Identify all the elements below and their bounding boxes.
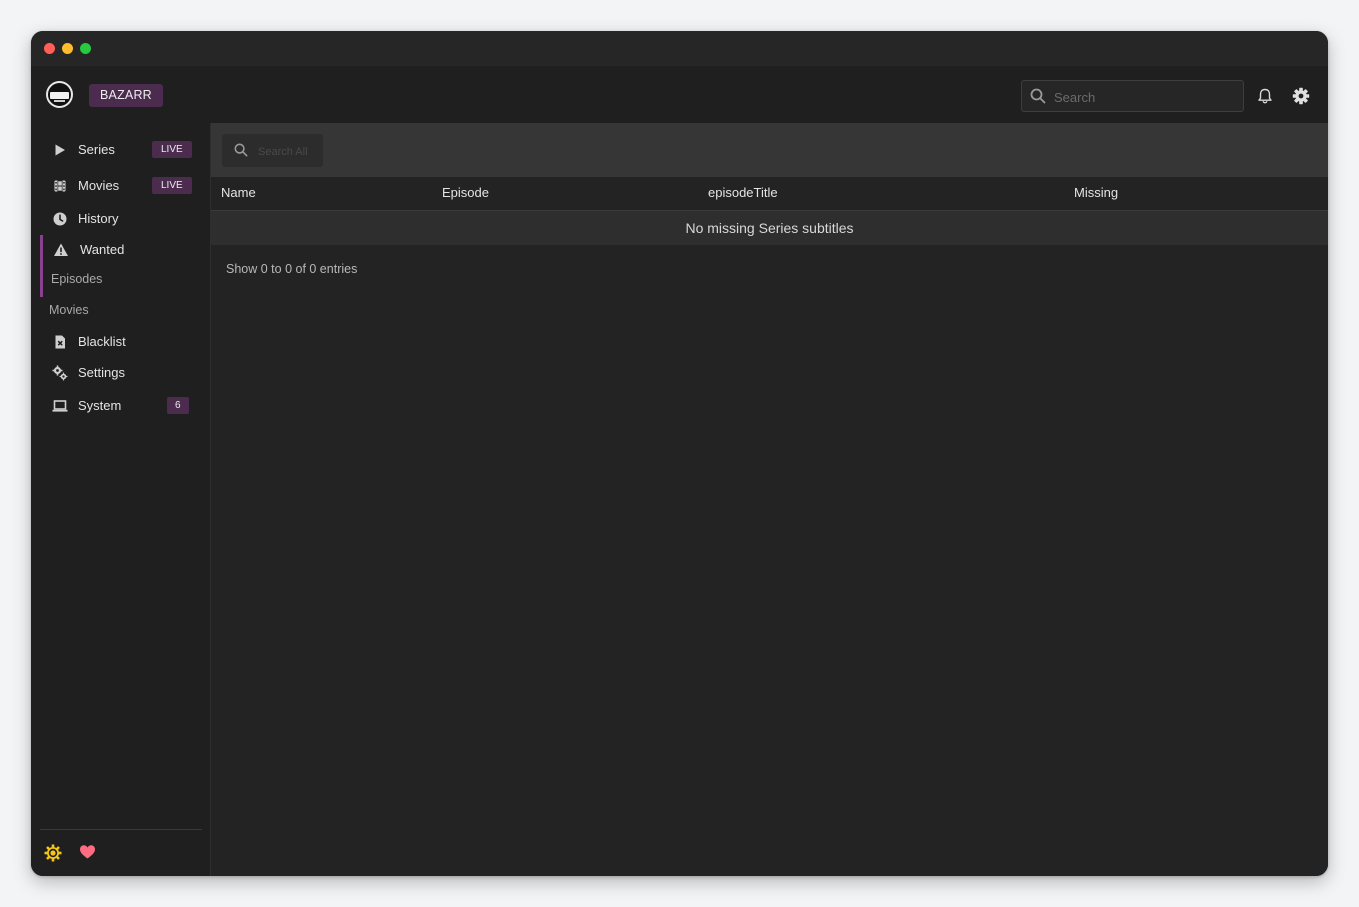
search-all-input[interactable] — [256, 134, 324, 169]
live-badge: LIVE — [152, 141, 192, 158]
gear-icon[interactable] — [1292, 87, 1310, 105]
search-icon — [234, 143, 248, 157]
zoom-window-button[interactable] — [80, 43, 91, 54]
close-window-button[interactable] — [44, 43, 55, 54]
live-badge: LIVE — [152, 177, 192, 194]
title-bar — [31, 31, 1328, 66]
minimize-window-button[interactable] — [62, 43, 73, 54]
empty-message: No missing Series subtitles — [685, 220, 854, 236]
toolbar — [211, 123, 1328, 177]
table-empty-row: No missing Series subtitles — [211, 211, 1328, 245]
sun-gear-icon[interactable] — [44, 844, 62, 862]
column-header-missing[interactable]: Missing — [1074, 185, 1118, 200]
column-header-episode-title[interactable]: episodeTitle — [708, 185, 778, 200]
header-search[interactable] — [1021, 80, 1244, 113]
film-icon — [54, 180, 66, 192]
main-content: Name Episode episodeTitle Missing No mis… — [211, 123, 1328, 876]
sidebar-item-blacklist[interactable]: Blacklist — [31, 327, 210, 357]
sidebar-divider — [40, 829, 202, 830]
column-header-episode[interactable]: Episode — [442, 185, 489, 200]
brand-badge: BAZARR — [89, 84, 163, 107]
cogs-icon — [52, 365, 68, 381]
sidebar-item-settings[interactable]: Settings — [31, 358, 210, 388]
sidebar-subitem-movies[interactable]: Movies — [31, 298, 210, 324]
app-header: BAZARR — [31, 66, 1328, 123]
clock-icon — [53, 212, 67, 226]
search-icon — [1030, 88, 1046, 104]
table-header: Name Episode episodeTitle Missing — [211, 177, 1328, 211]
sidebar: Series LIVE Movies LIVE History Wanted E… — [31, 123, 211, 876]
warning-icon — [54, 243, 68, 256]
sidebar-item-wanted[interactable]: Wanted — [31, 235, 210, 265]
column-header-name[interactable]: Name — [221, 185, 256, 200]
sidebar-item-history[interactable]: History — [31, 204, 210, 234]
laptop-icon — [52, 400, 68, 412]
sidebar-subitem-episodes[interactable]: Episodes — [31, 267, 210, 293]
system-count-badge: 6 — [167, 397, 189, 414]
entries-count: Show 0 to 0 of 0 entries — [226, 262, 358, 276]
sidebar-item-movies[interactable]: Movies LIVE — [31, 171, 210, 201]
bazarr-logo-icon[interactable] — [46, 81, 73, 108]
app-window: BAZARR Search Series LIVE Movies LIVE Hi… — [31, 31, 1328, 876]
file-x-icon — [55, 335, 65, 349]
header-search-input[interactable] — [1052, 81, 1241, 113]
heart-icon[interactable] — [79, 844, 96, 860]
play-icon — [55, 144, 65, 156]
bell-icon[interactable] — [1257, 88, 1273, 105]
search-all-button[interactable] — [222, 134, 324, 169]
sidebar-item-system[interactable]: System 6 — [31, 391, 210, 421]
sidebar-item-series[interactable]: Series LIVE — [31, 135, 210, 165]
